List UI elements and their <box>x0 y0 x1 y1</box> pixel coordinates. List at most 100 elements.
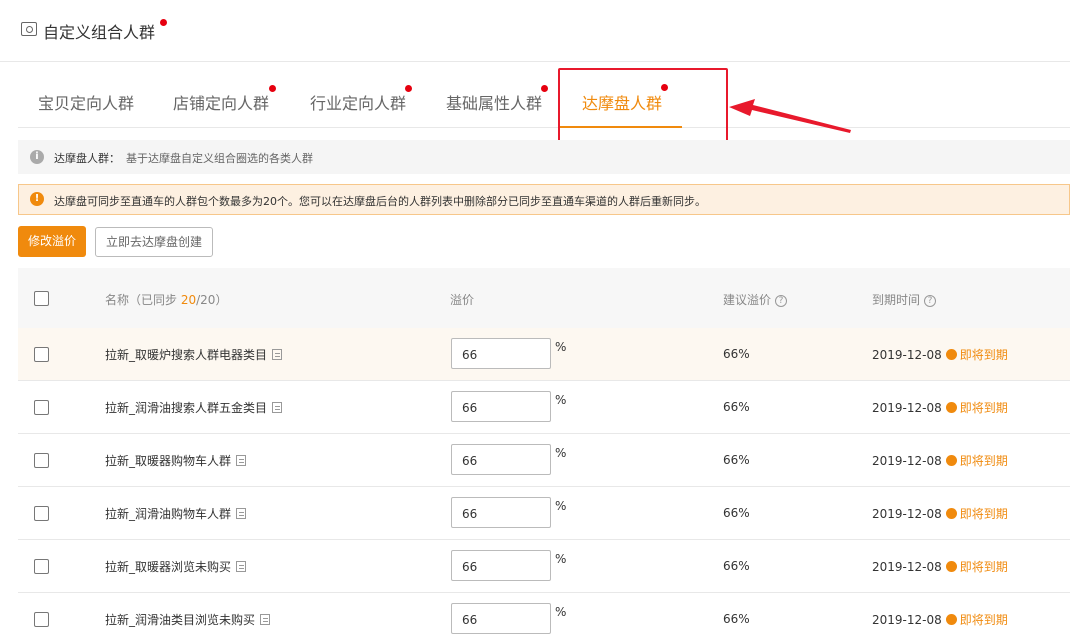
annotation-highlight-box <box>558 68 728 143</box>
expire-date-text: 2019-12-08 <box>872 613 942 627</box>
help-icon[interactable]: ? <box>775 295 788 307</box>
table-row: 拉新_取暖器购物车人群 66 % 66% 2019-12-08 即将到期 <box>18 434 1070 487</box>
info-icon: i <box>30 150 44 164</box>
page: 自定义组合人群 宝贝定向人群 店铺定向人群 行业定向人群 基础属性人群 达摩盘人… <box>0 0 1070 638</box>
synced-count: 20 <box>180 293 197 307</box>
info-label: 达摩盘人群： <box>54 152 120 165</box>
help-icon[interactable]: ? <box>924 295 937 307</box>
tab-basic-attribute-audience[interactable]: 基础属性人群 <box>446 90 542 114</box>
warning-text: 达摩盘可同步至直通车的人群包个数最多为20个。您可以在达摩盘后台的人群列表中删除… <box>54 195 706 208</box>
column-suggest-header: 建议溢价? <box>723 291 788 308</box>
modify-premium-button[interactable]: 修改溢价 <box>18 226 86 257</box>
create-in-damopan-button[interactable]: 立即去达摩盘创建 <box>95 227 213 257</box>
page-title: 自定义组合人群 <box>43 23 156 42</box>
header: 自定义组合人群 <box>0 0 1070 62</box>
expire-date: 2019-12-08 即将到期 <box>872 611 1008 628</box>
expire-date-text: 2019-12-08 <box>872 507 942 521</box>
row-checkbox[interactable] <box>34 559 49 574</box>
premium-input[interactable]: 66 <box>451 550 551 581</box>
row-name-text: 拉新_取暖器浏览未购买 <box>105 560 232 574</box>
expire-date-text: 2019-12-08 <box>872 560 942 574</box>
status-dot-icon <box>945 561 957 572</box>
table-row: 拉新_取暖炉搜索人群电器类目 66 % 66% 2019-12-08 即将到期 <box>18 328 1070 381</box>
notification-dot <box>160 19 167 26</box>
suggested-premium: 66% <box>723 400 750 414</box>
percent-unit: % <box>555 552 567 566</box>
status-dot-icon <box>945 508 957 519</box>
suggested-premium: 66% <box>723 559 750 573</box>
expire-date: 2019-12-08 即将到期 <box>872 452 1008 469</box>
expire-status: 即将到期 <box>959 613 1008 627</box>
row-checkbox[interactable] <box>34 612 49 627</box>
percent-unit: % <box>555 446 567 460</box>
row-name: 拉新_润滑油购物车人群 <box>105 505 247 522</box>
expire-status: 即将到期 <box>959 507 1008 521</box>
expire-status: 即将到期 <box>959 401 1008 415</box>
row-checkbox[interactable] <box>34 400 49 415</box>
status-dot-icon <box>945 402 957 413</box>
row-checkbox[interactable] <box>34 506 49 521</box>
row-name: 拉新_润滑油搜索人群五金类目 <box>105 399 283 416</box>
table-header: 名称（已同步 20/20） 溢价 建议溢价? 到期时间? <box>18 268 1070 328</box>
row-name-text: 拉新_润滑油购物车人群 <box>105 507 232 521</box>
expire-date-text: 2019-12-08 <box>872 401 942 415</box>
document-icon[interactable] <box>272 402 283 413</box>
tab-item-audience[interactable]: 宝贝定向人群 <box>38 90 134 114</box>
tab-industry-audience[interactable]: 行业定向人群 <box>310 90 406 114</box>
expire-date: 2019-12-08 即将到期 <box>872 399 1008 416</box>
column-suggest-label: 建议溢价 <box>723 293 772 307</box>
tab-shop-audience[interactable]: 店铺定向人群 <box>173 90 269 114</box>
premium-input[interactable]: 66 <box>451 338 551 369</box>
notification-dot <box>405 85 412 92</box>
status-dot-icon <box>945 614 957 625</box>
table-row: 拉新_润滑油类目浏览未购买 66 % 66% 2019-12-08 即将到期 <box>18 593 1070 638</box>
row-checkbox[interactable] <box>34 453 49 468</box>
expire-date: 2019-12-08 即将到期 <box>872 558 1008 575</box>
column-name-header: 名称（已同步 20/20） <box>105 291 227 308</box>
suggested-premium: 66% <box>723 612 750 626</box>
document-icon[interactable] <box>236 561 247 572</box>
suggested-premium: 66% <box>723 453 750 467</box>
document-icon[interactable] <box>260 614 271 625</box>
row-checkbox[interactable] <box>34 347 49 362</box>
table-row: 拉新_润滑油搜索人群五金类目 66 % 66% 2019-12-08 即将到期 <box>18 381 1070 434</box>
premium-input[interactable]: 66 <box>451 497 551 528</box>
premium-input[interactable]: 66 <box>451 391 551 422</box>
document-icon[interactable] <box>236 508 247 519</box>
percent-unit: % <box>555 605 567 619</box>
row-name-text: 拉新_取暖炉搜索人群电器类目 <box>105 348 268 362</box>
column-premium-header: 溢价 <box>450 293 475 307</box>
select-all-checkbox[interactable] <box>34 291 49 306</box>
row-name-text: 拉新_取暖器购物车人群 <box>105 454 232 468</box>
annotation-arrow-icon <box>729 99 851 133</box>
expire-date: 2019-12-08 即将到期 <box>872 505 1008 522</box>
row-name: 拉新_取暖炉搜索人群电器类目 <box>105 346 283 363</box>
column-name-label: 名称 <box>105 293 130 307</box>
table-row: 拉新_润滑油购物车人群 66 % 66% 2019-12-08 即将到期 <box>18 487 1070 540</box>
status-dot-icon <box>945 455 957 466</box>
expire-date: 2019-12-08 即将到期 <box>872 346 1008 363</box>
expire-date-text: 2019-12-08 <box>872 348 942 362</box>
document-icon[interactable] <box>236 455 247 466</box>
premium-input[interactable]: 66 <box>451 444 551 475</box>
row-name-text: 拉新_润滑油类目浏览未购买 <box>105 613 256 627</box>
notification-dot <box>269 85 276 92</box>
notification-dot <box>541 85 548 92</box>
premium-input[interactable]: 66 <box>451 603 551 634</box>
expire-status: 即将到期 <box>959 454 1008 468</box>
document-icon[interactable] <box>272 349 283 360</box>
row-name: 拉新_润滑油类目浏览未购买 <box>105 611 271 628</box>
percent-unit: % <box>555 393 567 407</box>
warning-bar: ! 达摩盘可同步至直通车的人群包个数最多为20个。您可以在达摩盘后台的人群列表中… <box>18 184 1070 215</box>
info-description: 基于达摩盘自定义组合圈选的各类人群 <box>126 152 313 165</box>
user-group-icon <box>21 22 37 36</box>
warning-icon: ! <box>30 192 44 206</box>
row-name-text: 拉新_润滑油搜索人群五金类目 <box>105 401 268 415</box>
suggested-premium: 66% <box>723 506 750 520</box>
percent-unit: % <box>555 340 567 354</box>
expire-status: 即将到期 <box>959 348 1008 362</box>
suggested-premium: 66% <box>723 347 750 361</box>
status-dot-icon <box>945 349 957 360</box>
audience-table: 名称（已同步 20/20） 溢价 建议溢价? 到期时间? 拉新_取暖炉搜索人群电… <box>18 268 1070 638</box>
column-expire-header: 到期时间? <box>872 291 937 308</box>
